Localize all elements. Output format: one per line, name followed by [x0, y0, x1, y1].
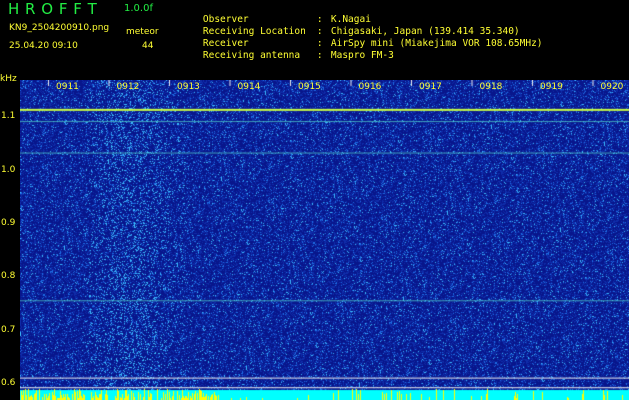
app-title: H R O F F T — [8, 0, 98, 18]
y-axis — [0, 80, 20, 400]
y-tick-label: 0.9 — [1, 218, 16, 228]
filename-label: KN9_2504200910.png — [9, 23, 110, 33]
y-tick-label: 0.7 — [1, 324, 16, 335]
y-tick-label: 0.6 — [1, 378, 16, 388]
x-tick-label: 0914 — [237, 82, 261, 92]
x-tick-label: 0916 — [358, 82, 382, 92]
info-key: Receiving antenna — [202, 50, 301, 61]
spectrogram-plot — [20, 80, 629, 400]
x-tick-label: 0917 — [419, 82, 442, 92]
spectrogram-canvas — [20, 80, 629, 400]
y-tick-label: 1.0 — [1, 164, 16, 175]
y-tick-label: 1.1 — [1, 111, 16, 122]
y-axis-unit-label: kHz — [0, 74, 17, 84]
info-sep: : — [316, 50, 323, 61]
x-tick-label: 0918 — [479, 82, 503, 92]
version-label: 1.0.0f — [124, 3, 153, 14]
x-tick-label: 0911 — [56, 82, 79, 92]
meteor-count: 44 — [142, 41, 154, 51]
x-tick-label: 0919 — [540, 82, 563, 92]
y-tick-label: 0.8 — [1, 271, 16, 282]
x-tick-label: 0920 — [600, 82, 624, 92]
meteor-label: meteor — [126, 27, 159, 37]
datetime-label: 25.04.20 09:10 — [9, 41, 78, 51]
x-tick-label: 0915 — [298, 82, 321, 92]
header-panel: H R O F F T 1.0.0f KN9_2504200910.png 25… — [0, 0, 629, 75]
x-tick-label: 0912 — [116, 82, 140, 92]
info-value: Maspro FM-3 — [330, 50, 394, 61]
x-tick-label: 0913 — [177, 82, 200, 92]
info-row-antenna: Receiving antenna: Maspro FM-3 — [180, 39, 394, 72]
